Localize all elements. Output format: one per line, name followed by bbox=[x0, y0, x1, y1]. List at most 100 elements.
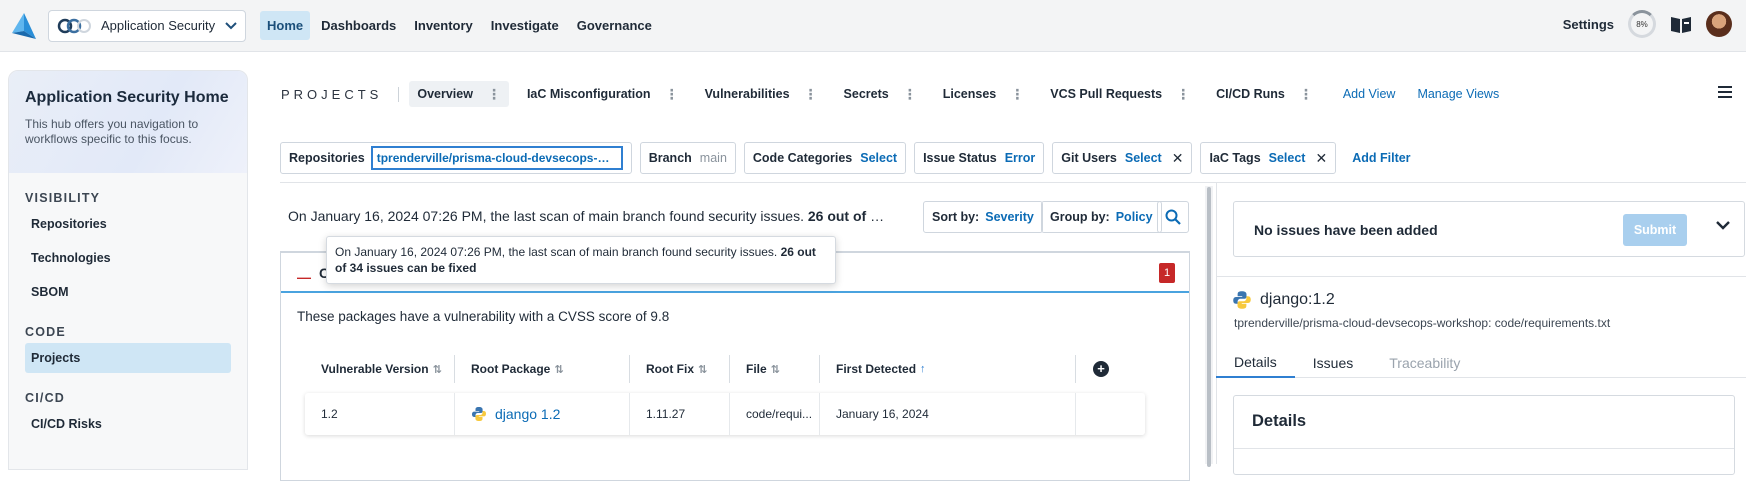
nav-inventory[interactable]: Inventory bbox=[407, 11, 480, 40]
collapse-icon[interactable]: — bbox=[297, 269, 311, 285]
sidebar-section-code: CODE bbox=[25, 325, 66, 339]
python-icon bbox=[472, 407, 486, 421]
tooltip-text: On January 16, 2024 07:26 PM, the last s… bbox=[335, 245, 778, 259]
filter-branch-value: main bbox=[699, 151, 727, 165]
tab-cicd-runs[interactable]: CI/CD Runs ⋮ bbox=[1208, 81, 1321, 107]
sidebar-item-projects[interactable]: Projects bbox=[25, 343, 231, 373]
sort-icon[interactable]: ⇅ bbox=[554, 363, 563, 376]
cell-root-package[interactable]: django 1.2 bbox=[455, 393, 630, 435]
main-nav: Home Dashboards Inventory Investigate Go… bbox=[260, 11, 659, 40]
kebab-menu-icon[interactable]: ⋮ bbox=[1299, 87, 1313, 101]
tab-vcs-pull-requests[interactable]: VCS Pull Requests ⋮ bbox=[1042, 81, 1198, 107]
col-vulnerable-version-label: Vulnerable Version bbox=[321, 362, 429, 376]
add-filter-link[interactable]: Add Filter bbox=[1352, 151, 1410, 165]
nav-investigate[interactable]: Investigate bbox=[484, 11, 566, 40]
filter-iac-tags[interactable]: IaC Tags Select ✕ bbox=[1200, 142, 1337, 174]
sidebar-item-cicd-risks[interactable]: CI/CD Risks bbox=[25, 409, 231, 439]
nav-dashboards[interactable]: Dashboards bbox=[314, 11, 403, 40]
details-card: Details bbox=[1233, 395, 1735, 475]
filter-branch[interactable]: Branch main bbox=[639, 142, 736, 174]
tab-issues[interactable]: Issues bbox=[1295, 348, 1371, 378]
tab-details[interactable]: Details bbox=[1216, 348, 1295, 378]
nav-governance[interactable]: Governance bbox=[570, 11, 659, 40]
sidebar-item-repositories[interactable]: Repositories bbox=[25, 209, 231, 239]
settings-link[interactable]: Settings bbox=[1563, 17, 1614, 32]
kebab-menu-icon[interactable]: ⋮ bbox=[1176, 87, 1190, 101]
kebab-menu-icon[interactable]: ⋮ bbox=[665, 87, 679, 101]
detail-tabs: Details Issues Traceability bbox=[1216, 348, 1746, 378]
sort-icon[interactable]: ⇅ bbox=[433, 363, 442, 376]
root-package-link[interactable]: django 1.2 bbox=[495, 406, 560, 422]
tab-vulnerabilities[interactable]: Vulnerabilities ⋮ bbox=[697, 81, 826, 107]
sidebar-section-cicd: CI/CD bbox=[25, 391, 66, 405]
filter-code-categories[interactable]: Code Categories Select bbox=[743, 142, 907, 174]
package-path: tprenderville/prisma-cloud-devsecops-wor… bbox=[1234, 316, 1611, 330]
filter-bar: Repositories tprenderville/prisma-cloud-… bbox=[280, 142, 1746, 174]
filter-code-categories-label: Code Categories bbox=[752, 151, 853, 165]
tab-licenses[interactable]: Licenses ⋮ bbox=[935, 81, 1033, 107]
scan-summary: On January 16, 2024 07:26 PM, the last s… bbox=[288, 208, 888, 224]
top-bar: Application Security Home Dashboards Inv… bbox=[0, 0, 1746, 52]
search-button[interactable] bbox=[1157, 201, 1189, 233]
tab-overview[interactable]: Overview ⋮ bbox=[409, 81, 509, 107]
col-file[interactable]: File ⇅ bbox=[730, 355, 820, 383]
sort-icon[interactable]: ⇅ bbox=[771, 363, 780, 376]
col-first-detected[interactable]: First Detected ↑ bbox=[820, 355, 1076, 383]
group-by-dropdown[interactable]: Group by: Policy bbox=[1041, 201, 1162, 233]
sort-ascending-icon[interactable]: ↑ bbox=[920, 363, 926, 375]
chevron-down-icon bbox=[225, 21, 237, 29]
sidebar-item-technologies[interactable]: Technologies bbox=[25, 243, 231, 273]
app-switcher[interactable]: Application Security bbox=[48, 9, 246, 42]
scan-summary-bold: 26 out of 34… bbox=[807, 208, 888, 224]
add-view-link[interactable]: Add View bbox=[1343, 87, 1396, 101]
filter-repositories-value[interactable]: tprenderville/prisma-cloud-devsecops-wor… bbox=[370, 146, 623, 170]
panel-divider bbox=[1216, 183, 1217, 464]
progress-gauge[interactable]: 8% bbox=[1628, 10, 1656, 38]
progress-gauge-label: 8% bbox=[1636, 19, 1648, 29]
manage-views-link[interactable]: Manage Views bbox=[1417, 87, 1499, 101]
chevron-down-icon[interactable] bbox=[1716, 220, 1730, 230]
tab-cicd-label: CI/CD Runs bbox=[1216, 87, 1285, 101]
tab-iac-misconfiguration[interactable]: IaC Misconfiguration ⋮ bbox=[519, 81, 687, 107]
issue-group-description: These packages have a vulnerability with… bbox=[297, 309, 670, 324]
add-column-button[interactable]: + bbox=[1076, 361, 1126, 377]
table-row[interactable]: 1.2 django 1.2 1.11.27 code/requi... Jan… bbox=[305, 393, 1145, 435]
kebab-menu-icon[interactable]: ⋮ bbox=[903, 87, 917, 101]
group-by-label: Group by: bbox=[1050, 210, 1110, 224]
filter-git-users-value: Select bbox=[1124, 151, 1162, 165]
user-avatar[interactable] bbox=[1706, 11, 1732, 37]
hamburger-menu-icon[interactable] bbox=[1718, 86, 1732, 98]
top-right-tools: Settings 8% bbox=[1563, 10, 1732, 38]
submit-button[interactable]: Submit bbox=[1623, 214, 1687, 246]
filter-git-users-label: Git Users bbox=[1061, 151, 1117, 165]
scrollbar-thumb[interactable] bbox=[1207, 187, 1211, 467]
col-vulnerable-version[interactable]: Vulnerable Version ⇅ bbox=[305, 355, 455, 383]
filter-issue-status[interactable]: Issue Status Error bbox=[914, 142, 1045, 174]
search-icon bbox=[1165, 209, 1181, 225]
book-icon[interactable] bbox=[1670, 14, 1692, 34]
filter-git-users[interactable]: Git Users Select ✕ bbox=[1052, 142, 1193, 174]
filter-code-categories-value: Select bbox=[860, 151, 898, 165]
sidebar-header: Application Security Home This hub offer… bbox=[9, 71, 247, 173]
col-root-package[interactable]: Root Package ⇅ bbox=[455, 355, 630, 383]
issue-group-card: — C 1 These packages have a vulnerabilit… bbox=[280, 251, 1190, 481]
close-icon[interactable]: ✕ bbox=[1315, 150, 1327, 167]
prisma-logo-icon[interactable] bbox=[12, 12, 36, 39]
tab-overview-label: Overview bbox=[417, 87, 473, 101]
nav-home[interactable]: Home bbox=[260, 11, 311, 40]
kebab-menu-icon[interactable]: ⋮ bbox=[487, 87, 501, 101]
kebab-menu-icon[interactable]: ⋮ bbox=[1010, 87, 1024, 101]
tab-secrets[interactable]: Secrets ⋮ bbox=[836, 81, 925, 107]
col-root-fix[interactable]: Root Fix ⇅ bbox=[630, 355, 730, 383]
close-icon[interactable]: ✕ bbox=[1172, 150, 1184, 167]
filter-repositories[interactable]: Repositories tprenderville/prisma-cloud-… bbox=[280, 142, 632, 174]
sort-by-value: Severity bbox=[985, 210, 1034, 224]
col-root-fix-label: Root Fix bbox=[646, 362, 694, 376]
sort-by-dropdown[interactable]: Sort by: Severity bbox=[923, 201, 1043, 233]
tab-secrets-label: Secrets bbox=[843, 87, 889, 101]
sidebar-item-sbom[interactable]: SBOM bbox=[25, 277, 231, 307]
sort-icon[interactable]: ⇅ bbox=[698, 363, 707, 376]
summary-tooltip: On January 16, 2024 07:26 PM, the last s… bbox=[326, 236, 836, 284]
kebab-menu-icon[interactable]: ⋮ bbox=[804, 87, 818, 101]
col-first-detected-label: First Detected bbox=[836, 362, 917, 376]
